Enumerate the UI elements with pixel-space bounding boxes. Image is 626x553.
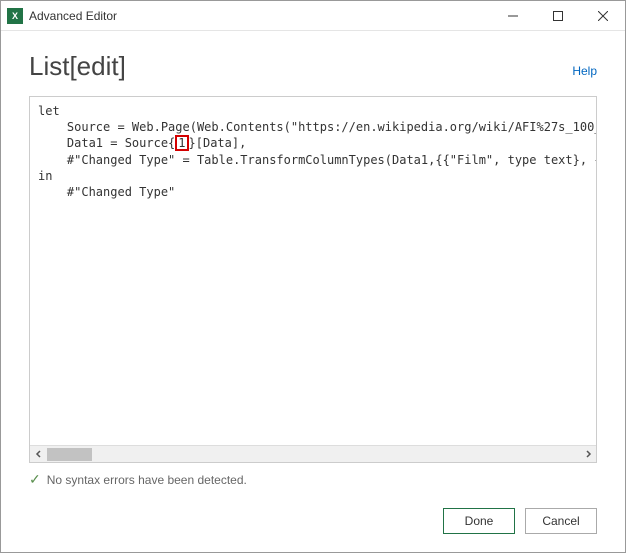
footer: Done Cancel: [1, 494, 625, 552]
code-line: in: [38, 169, 52, 183]
help-link[interactable]: Help: [572, 64, 597, 78]
titlebar: X Advanced Editor: [1, 1, 625, 31]
code-line: }[Data],: [189, 136, 247, 150]
horizontal-scrollbar[interactable]: [30, 445, 596, 462]
editor-container: let Source = Web.Page(Web.Contents("http…: [29, 96, 597, 463]
scroll-track[interactable]: [47, 446, 579, 463]
close-button[interactable]: [580, 2, 625, 30]
window-title: Advanced Editor: [29, 9, 117, 23]
scroll-right-arrow[interactable]: [579, 446, 596, 463]
code-line: #"Changed Type": [38, 185, 175, 199]
header: List[edit] Help: [1, 31, 625, 96]
page-title: List[edit]: [29, 51, 126, 82]
code-line: Source = Web.Page(Web.Contents("https://…: [38, 120, 596, 134]
maximize-button[interactable]: [535, 2, 580, 30]
done-button[interactable]: Done: [443, 508, 515, 534]
code-line: Data1 = Source{: [38, 136, 175, 150]
check-icon: ✓: [29, 471, 41, 488]
code-line: #"Changed Type" = Table.TransformColumnT…: [38, 153, 596, 167]
status-message: No syntax errors have been detected.: [47, 473, 247, 487]
cancel-button[interactable]: Cancel: [525, 508, 597, 534]
minimize-button[interactable]: [490, 2, 535, 30]
window-controls: [490, 2, 625, 30]
code-editor[interactable]: let Source = Web.Page(Web.Contents("http…: [30, 97, 596, 445]
status-bar: ✓ No syntax errors have been detected.: [1, 463, 625, 494]
scroll-left-arrow[interactable]: [30, 446, 47, 463]
code-line: let: [38, 104, 60, 118]
excel-icon: X: [7, 8, 23, 24]
scroll-thumb[interactable]: [47, 448, 92, 461]
highlighted-index: 1: [175, 135, 188, 151]
